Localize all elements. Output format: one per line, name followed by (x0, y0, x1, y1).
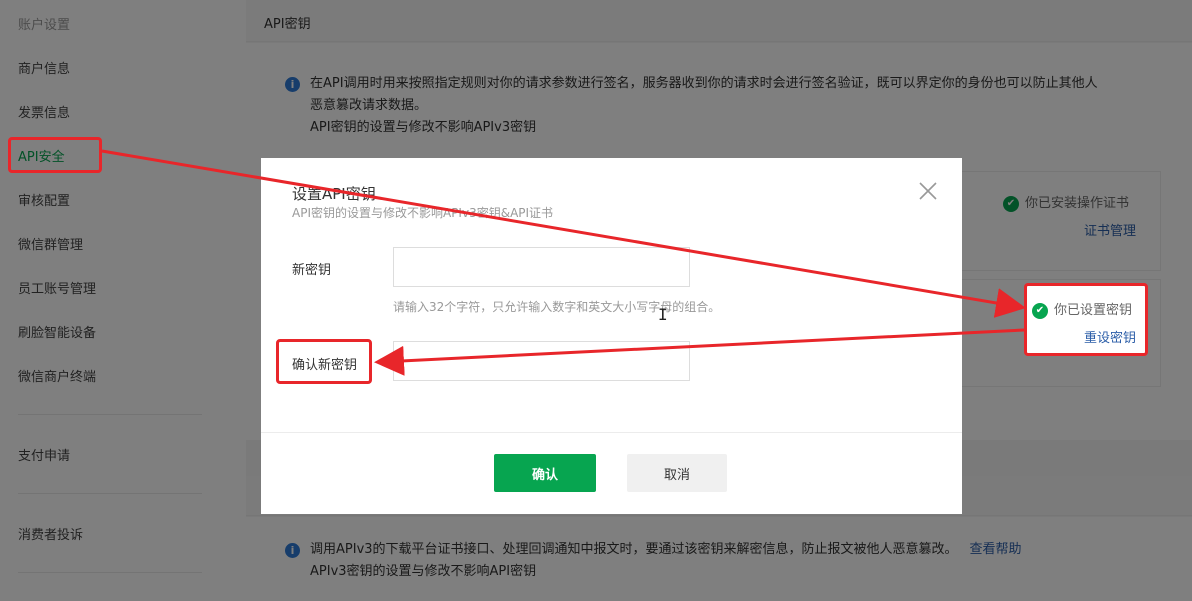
arrow-to-reset-key (101, 149, 1026, 318)
arrow-to-confirm-label (374, 328, 1025, 376)
annotation-arrows (101, 149, 1026, 376)
